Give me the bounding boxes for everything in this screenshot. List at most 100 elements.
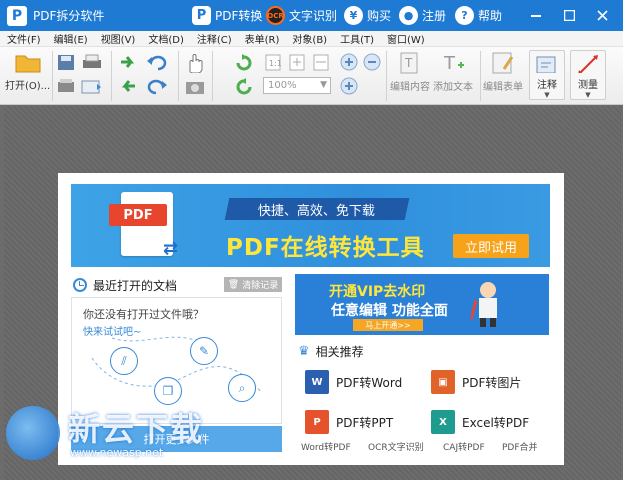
svg-text:T: T [443, 53, 456, 74]
email-button[interactable] [80, 77, 104, 95]
pdf-to-image-label: PDF转图片 [462, 375, 522, 390]
title-bar: P PDF拆分软件 P PDF转换 OCR 文字识别 ¥ 购买 ● 注册 ? 帮… [0, 0, 623, 31]
annotate-label: 注释 [537, 80, 557, 91]
email-icon [81, 80, 101, 94]
vip-open-button[interactable]: 马上开通>> [353, 319, 423, 331]
add-text-icon: T [443, 53, 464, 74]
try-now-button[interactable]: 立即试用 [453, 234, 529, 258]
zoom-in-icon [340, 53, 358, 71]
save-button[interactable] [56, 53, 76, 71]
ocr-icon: OCR [266, 6, 285, 25]
watermark-text: 新云下载 [68, 410, 205, 448]
folder-icon [15, 55, 41, 73]
menu-form[interactable]: 表单(R) [238, 31, 286, 46]
zoom-add-button[interactable] [339, 76, 359, 96]
mascot-illustration [471, 282, 497, 327]
caj-to-pdf-link[interactable]: CAJ转PDF [443, 440, 485, 453]
excel-to-pdf-link[interactable]: X Excel转PDF [431, 410, 529, 434]
open-button[interactable]: 打开(O)... [5, 50, 50, 92]
ppt-icon: P [305, 410, 329, 434]
split-icon: ⫽ [110, 347, 138, 375]
close-icon [596, 10, 608, 21]
zoom-out-button[interactable] [362, 52, 382, 72]
banner-tagline: 快捷、高效、免下载 [224, 198, 410, 220]
undo-button[interactable] [145, 53, 169, 71]
zoom-select[interactable]: 100% ▼ [263, 77, 331, 94]
clear-history-button[interactable]: 🗑 清除记录 [224, 277, 282, 292]
add-text-label: 添加文本 [433, 82, 473, 93]
word-icon: W [305, 370, 329, 394]
watermark-logo [6, 406, 60, 460]
menu-edit[interactable]: 编辑(E) [47, 31, 94, 46]
recommend-header: ♛ 相关推荐 [298, 343, 364, 360]
back-button[interactable] [118, 77, 138, 95]
yen-icon: ¥ [344, 6, 363, 25]
menu-comment[interactable]: 注释(C) [190, 31, 238, 46]
hand-tool-button[interactable] [184, 51, 206, 73]
edit-form-label: 编辑表单 [483, 82, 523, 93]
pdf-merge-link[interactable]: PDF合并 [502, 440, 538, 453]
page-forward-icon [121, 56, 135, 68]
maximize-button[interactable] [552, 0, 586, 31]
zoom-in-button[interactable] [339, 52, 359, 72]
menu-file[interactable]: 文件(F) [0, 31, 47, 46]
rotate-left-button[interactable] [234, 77, 254, 95]
actual-size-button[interactable]: 1:1 [263, 53, 283, 71]
site-watermark: 新云下载 www.newasp.net [6, 398, 246, 470]
hand-icon [189, 54, 203, 73]
promo-banner[interactable]: PDF ⇄ 快捷、高效、免下载 PDF在线转换工具 立即试用 [71, 184, 550, 267]
vip-subline: 任意编辑 功能全面 [331, 303, 448, 319]
annotate-chevron-icon: ▼ [544, 91, 550, 99]
zoom-value: 100% [268, 80, 297, 91]
scan-icon [58, 79, 74, 92]
add-text-button[interactable]: T 添加文本 [433, 51, 473, 93]
ocr-button[interactable]: OCR 文字识别 [266, 5, 337, 26]
maximize-icon [563, 10, 575, 21]
camera-icon [186, 82, 204, 94]
redo-button[interactable] [145, 77, 169, 95]
clock-icon [73, 278, 87, 292]
ocr-link[interactable]: OCR文字识别 [368, 440, 424, 453]
pdf-to-image-link[interactable]: ▣ PDF转图片 [431, 370, 521, 394]
help-button[interactable]: ? 帮助 [455, 5, 502, 26]
menu-object[interactable]: 对象(B) [285, 31, 333, 46]
fit-width-button[interactable] [311, 53, 331, 71]
menu-tools[interactable]: 工具(T) [333, 31, 380, 46]
measure-button[interactable]: 测量 ▼ [570, 50, 606, 100]
pdf-convert-button[interactable]: P PDF转换 [192, 5, 262, 26]
edit-content-icon: T [400, 52, 418, 74]
menu-view[interactable]: 视图(V) [94, 31, 142, 46]
minimize-button[interactable] [519, 0, 553, 31]
snapshot-button[interactable] [184, 78, 206, 96]
redo-icon [147, 79, 167, 95]
annotate-icon [536, 56, 556, 73]
watermark-url: www.newasp.net [70, 446, 164, 459]
menu-document[interactable]: 文档(D) [141, 31, 190, 46]
edit-form-button[interactable]: 编辑表单 [483, 51, 523, 93]
vip-banner[interactable]: 开通VIP去水印 任意编辑 功能全面 马上开通>> [295, 274, 549, 335]
recent-docs-title: 最近打开的文档 [93, 278, 178, 293]
page-back-icon [121, 80, 135, 92]
fit-page-button[interactable] [287, 53, 307, 71]
print-button[interactable] [80, 53, 104, 71]
buy-button[interactable]: ¥ 购买 [344, 5, 391, 26]
convert-arrows-icon: ⇄ [163, 238, 179, 259]
help-label: 帮助 [478, 9, 503, 23]
pdf-to-word-link[interactable]: W PDF转Word [305, 370, 402, 394]
scan-button[interactable] [56, 77, 76, 95]
close-button[interactable] [585, 0, 619, 31]
chevron-down-icon: ▼ [320, 80, 327, 90]
toolbar-divider [480, 51, 481, 101]
recommend-title: 相关推荐 [315, 345, 364, 359]
register-button[interactable]: ● 注册 [399, 5, 446, 26]
edit-content-button[interactable]: T 编辑内容 [390, 51, 430, 93]
annotate-button[interactable]: 注释 ▼ [529, 50, 565, 100]
app-logo-icon: P [7, 5, 27, 26]
pdf-to-ppt-link[interactable]: P PDF转PPT [305, 410, 393, 434]
toolbar-divider [212, 51, 213, 101]
rotate-right-button[interactable] [234, 53, 254, 71]
recent-docs-header: 最近打开的文档 [73, 275, 177, 295]
forward-button[interactable] [118, 53, 138, 71]
word-to-pdf-link[interactable]: Word转PDF [301, 440, 351, 453]
menu-window[interactable]: 窗口(W) [380, 31, 431, 46]
